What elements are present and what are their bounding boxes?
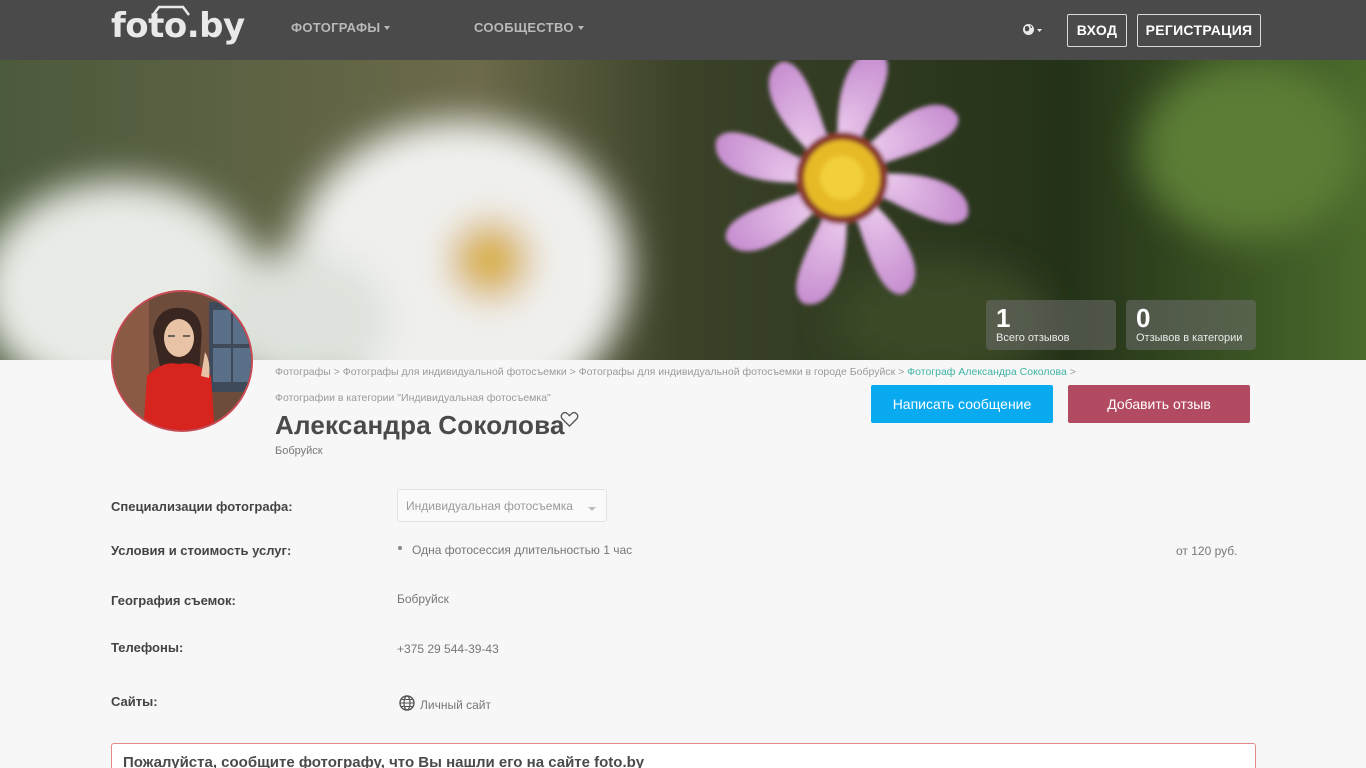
specialization-select[interactable]: Индивидуальная фотосъемка xyxy=(397,489,607,522)
add-review-button[interactable]: Добавить отзыв xyxy=(1068,385,1250,423)
services-label: Условия и стоимость услуг: xyxy=(111,543,292,558)
page-title: Александра Соколова xyxy=(275,410,565,440)
service-price: от 120 руб. xyxy=(1176,544,1238,558)
avatar xyxy=(111,290,253,432)
logo-roof-icon xyxy=(152,5,190,16)
geography-label: География съемок: xyxy=(111,593,236,608)
sites-label: Сайты: xyxy=(111,694,158,709)
found-on-site-notice: Пожалуйста, сообщите фотографу, что Вы н… xyxy=(111,743,1256,768)
personal-site-link[interactable]: Личный сайт xyxy=(420,698,491,712)
profile-city: Бобруйск xyxy=(275,445,323,457)
stat-category-reviews: 0 Отзывов в категории xyxy=(1126,300,1256,350)
nav-community[interactable]: СООБЩЕСТВО xyxy=(474,20,584,35)
breadcrumb-line2[interactable]: Фотографии в категории "Индивидуальная ф… xyxy=(275,392,551,404)
specialization-selected-value: Индивидуальная фотосъемка xyxy=(406,499,573,513)
phone-value[interactable]: +375 29 544-39-43 xyxy=(397,642,499,656)
specializations-label: Специализации фотографа: xyxy=(111,499,293,514)
breadcrumb: Фотографы > Фотографы для индивидуальной… xyxy=(275,366,1076,378)
globe-icon[interactable] xyxy=(1022,22,1046,38)
register-button[interactable]: РЕГИСТРАЦИЯ xyxy=(1137,14,1261,47)
send-message-button[interactable]: Написать сообщение xyxy=(871,385,1053,423)
chevron-down-icon xyxy=(384,26,391,30)
nav-photographers[interactable]: ФОТОГРАФЫ xyxy=(291,20,391,35)
bullet-icon xyxy=(398,546,402,550)
globe-icon xyxy=(399,695,415,711)
chevron-down-icon xyxy=(588,507,596,511)
heart-icon[interactable] xyxy=(560,411,579,428)
geography-value: Бобруйск xyxy=(397,592,449,606)
top-navbar: foto.by ФОТОГРАФЫ СООБЩЕСТВО ВХОД РЕГИСТ… xyxy=(0,0,1366,60)
stat-total-reviews-label: Всего отзывов xyxy=(996,332,1070,344)
stat-total-reviews: 1 Всего отзывов xyxy=(986,300,1116,350)
stat-total-reviews-value: 1 xyxy=(996,303,1011,333)
phones-label: Телефоны: xyxy=(111,640,184,655)
notice-text: Пожалуйста, сообщите фотографу, что Вы н… xyxy=(123,754,645,768)
login-button[interactable]: ВХОД xyxy=(1067,14,1127,47)
chevron-down-icon xyxy=(577,26,584,30)
breadcrumb-path[interactable]: Фотографы > Фотографы для индивидуальной… xyxy=(275,366,904,378)
breadcrumb-separator: > xyxy=(1069,366,1076,378)
stat-category-reviews-value: 0 xyxy=(1136,303,1151,333)
breadcrumb-active[interactable]: Фотограф Александра Соколова xyxy=(907,366,1067,378)
stat-category-reviews-label: Отзывов в категории xyxy=(1136,332,1243,344)
service-item: Одна фотосессия длительностью 1 час xyxy=(412,543,633,557)
nav-photographers-label: ФОТОГРАФЫ xyxy=(291,20,381,35)
nav-community-label: СООБЩЕСТВО xyxy=(474,20,574,35)
